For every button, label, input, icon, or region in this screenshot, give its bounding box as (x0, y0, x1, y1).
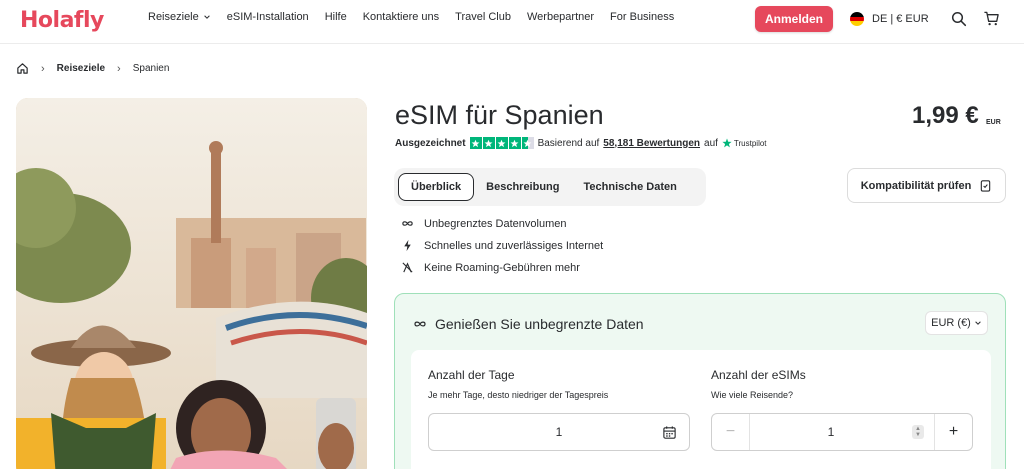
cart-icon[interactable] (983, 10, 1000, 27)
feature-item: Unbegrenztes Datenvolumen (401, 217, 603, 230)
price-currency: EUR (986, 119, 1001, 126)
main-nav: Reiseziele eSIM-Installation Hilfe Konta… (148, 11, 674, 23)
currency-select[interactable]: EUR (€) (925, 311, 988, 335)
breadcrumb-separator: › (117, 62, 121, 75)
rating-on: auf (704, 137, 718, 149)
logo-text: Holafly (20, 7, 104, 33)
breadcrumb-separator: › (41, 62, 45, 75)
nav-label: Reiseziele (148, 11, 199, 23)
increment-button[interactable]: + (934, 414, 972, 450)
product-title: eSIM für Spanien (395, 100, 604, 130)
rating-label: Ausgezeichnet (395, 137, 466, 149)
hero-image (16, 98, 367, 469)
compatibility-button[interactable]: Kompatibilität prüfen (847, 168, 1006, 203)
trustpilot-label: Trustpilot (733, 138, 767, 148)
nav-item-reiseziele[interactable]: Reiseziele (148, 11, 211, 23)
locale-label: DE | € EUR (872, 13, 929, 25)
lightning-icon (404, 239, 411, 252)
days-subtitle: Je mehr Tage, desto niedriger der Tagesp… (428, 390, 609, 400)
nav-item-werbepartner[interactable]: Werbepartner (527, 11, 594, 23)
chevron-down-icon (203, 15, 210, 19)
clipboard-check-icon (981, 180, 991, 192)
tab-beschreibung[interactable]: Beschreibung (474, 173, 571, 201)
holafly-logo[interactable]: Holafly (20, 6, 104, 34)
star-icon (469, 137, 482, 149)
infinity-icon (414, 321, 426, 327)
days-title: Anzahl der Tage (428, 368, 515, 382)
nav-item-travel-club[interactable]: Travel Club (455, 11, 511, 23)
login-button[interactable]: Anmelden (755, 6, 833, 32)
plan-configurator: Genießen Sie unbegrenzte Daten EUR (€) A… (394, 293, 1006, 469)
star-icon (495, 137, 508, 149)
nav-item-hilfe[interactable]: Hilfe (325, 11, 347, 23)
half-star-icon (521, 137, 534, 149)
top-header: Holafly Reiseziele eSIM-Installation Hil… (0, 0, 1024, 44)
breadcrumb: › Reiseziele › Spanien (16, 62, 169, 75)
esims-subtitle: Wie viele Reisende? (711, 390, 794, 400)
nav-item-for-business[interactable]: For Business (610, 11, 674, 23)
feature-list: Unbegrenztes Datenvolumen Schnelles und … (401, 217, 603, 274)
feature-item: Keine Roaming-Gebühren mehr (401, 261, 603, 274)
chevron-down-icon (975, 321, 981, 325)
plan-fields: Anzahl der Tage Je mehr Tage, desto nied… (411, 350, 991, 469)
feature-label: Keine Roaming-Gebühren mehr (424, 261, 580, 274)
star-icon (508, 137, 521, 149)
decrement-button[interactable]: − (712, 414, 750, 450)
esims-stepper: − 1 ▲ ▼ + (711, 413, 973, 451)
feature-label: Unbegrenztes Datenvolumen (424, 217, 567, 230)
trustpilot-logo: Trustpilot (722, 138, 767, 148)
esims-title: Anzahl der eSIMs (711, 368, 806, 382)
search-icon[interactable] (951, 11, 967, 27)
days-value: 1 (555, 425, 563, 439)
rating-stars (469, 137, 534, 149)
rating-based-on: Basierend auf (537, 137, 600, 149)
infinity-icon (402, 221, 413, 226)
trustpilot-rating: Ausgezeichnet Basierend auf 58,181 Bewer… (395, 137, 767, 149)
spin-arrows-icon[interactable]: ▲ ▼ (912, 425, 924, 439)
rating-count-link[interactable]: 58,181 Bewertungen (603, 138, 700, 149)
tab-ueberblick[interactable]: Überblick (398, 173, 475, 201)
breadcrumb-reiseziele[interactable]: Reiseziele (57, 63, 105, 74)
german-flag-icon (850, 12, 864, 26)
breadcrumb-spanien: Spanien (132, 63, 170, 74)
product-tabs: Überblick Beschreibung Technische Daten (394, 168, 706, 206)
days-input[interactable]: 1 (428, 413, 690, 451)
no-roaming-icon (402, 262, 413, 273)
travelers-photo (16, 98, 367, 469)
locale-selector[interactable]: DE | € EUR (850, 12, 929, 26)
calendar-icon[interactable] (662, 425, 677, 440)
trustpilot-star-icon (722, 138, 732, 148)
star-icon (482, 137, 495, 149)
compatibility-label: Kompatibilität prüfen (860, 179, 972, 192)
product-price: 1,99 € (912, 102, 979, 129)
feature-label: Schnelles und zuverlässiges Internet (424, 239, 604, 252)
currency-select-value: EUR (€) (931, 317, 971, 329)
plan-heading-text: Genießen Sie unbegrenzte Daten (435, 316, 644, 332)
plan-heading: Genießen Sie unbegrenzte Daten (413, 316, 644, 332)
home-icon[interactable] (16, 62, 29, 75)
feature-item: Schnelles und zuverlässiges Internet (401, 239, 603, 252)
tab-technische-daten[interactable]: Technische Daten (572, 173, 689, 201)
nav-item-kontakt[interactable]: Kontaktiere uns (363, 11, 439, 23)
esims-value[interactable]: 1 (750, 425, 912, 439)
nav-item-esim-installation[interactable]: eSIM-Installation (227, 11, 309, 23)
